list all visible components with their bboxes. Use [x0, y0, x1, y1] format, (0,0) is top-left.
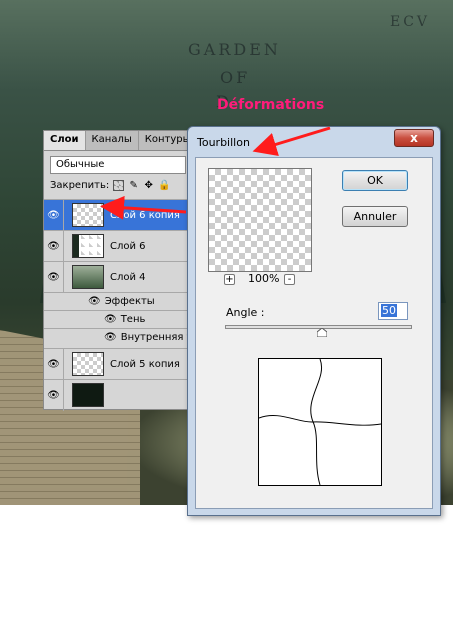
angle-value: 50 — [381, 304, 397, 317]
lock-row: Закрепить: ✎ ✥ 🔒 — [50, 180, 186, 191]
eye-icon[interactable]: 👁 — [44, 348, 64, 380]
lock-brush-icon[interactable]: ✎ — [128, 180, 139, 191]
layers-panel: Слои Каналы Контуры Обычные Закрепить: ✎… — [43, 130, 198, 411]
eye-icon[interactable]: 👁 — [44, 261, 64, 293]
effects-label: Эффекты — [104, 296, 155, 307]
layer-name: Слой 6 копия — [110, 209, 180, 221]
dialog-titlebar[interactable]: Tourbillon x — [188, 127, 440, 157]
eye-icon[interactable]: 👁 — [104, 332, 117, 343]
bg-corner-text: ECV — [390, 14, 431, 30]
layer-thumbnail — [72, 352, 104, 376]
effect-item[interactable]: 👁 Внутренняя т — [44, 328, 194, 346]
effects-row[interactable]: 👁 Эффекты — [44, 292, 194, 310]
close-button[interactable]: x — [394, 129, 434, 147]
effect-item[interactable]: 👁 Тень — [44, 310, 194, 328]
layer-name: Слой 5 копия — [110, 358, 180, 370]
layer-row[interactable]: 👁 Слой 6 — [44, 230, 194, 262]
twirl-dialog: Tourbillon x + 100% - OK Annuler Angle :… — [187, 126, 441, 516]
lock-all-icon[interactable]: 🔒 — [158, 180, 170, 191]
layer-thumbnail — [72, 234, 104, 258]
dialog-title: Tourbillon — [197, 136, 250, 149]
lock-label: Закрепить: — [50, 180, 110, 191]
preview-area[interactable] — [208, 168, 312, 272]
angle-slider-thumb[interactable] — [317, 328, 328, 337]
zoom-in-button[interactable]: + — [224, 274, 235, 285]
eye-icon[interactable]: 👁 — [88, 296, 101, 307]
annotation-text: Déformations — [217, 97, 325, 113]
blend-mode-select[interactable]: Обычные — [50, 156, 186, 174]
layer-thumbnail — [72, 265, 104, 289]
tab-layers[interactable]: Слои — [44, 131, 86, 150]
layers-panel-tabs: Слои Каналы Контуры — [44, 131, 198, 151]
zoom-out-button[interactable]: - — [284, 274, 295, 285]
lock-move-icon[interactable]: ✥ — [143, 180, 154, 191]
layer-name: Слой 6 — [110, 240, 146, 252]
angle-label: Angle : — [226, 306, 265, 319]
layer-row[interactable]: 👁 Слой 6 копия — [44, 199, 194, 231]
bg-title-line-1: GARDEN — [188, 40, 281, 59]
lock-transparency-icon[interactable] — [113, 180, 125, 191]
eye-icon[interactable]: 👁 — [44, 199, 64, 231]
zoom-value: 100% — [248, 272, 280, 285]
eye-icon[interactable]: 👁 — [44, 379, 64, 411]
effect-name: Внутренняя т — [120, 332, 193, 343]
layer-thumbnail — [72, 203, 104, 227]
eye-icon[interactable]: 👁 — [44, 230, 64, 262]
angle-input[interactable]: 50 — [378, 302, 408, 320]
eye-icon[interactable]: 👁 — [104, 314, 117, 325]
layer-row[interactable]: 👁 — [44, 379, 194, 411]
layer-row[interactable]: 👁 Слой 4 — [44, 261, 194, 293]
tab-channels[interactable]: Каналы — [86, 131, 139, 150]
layer-row[interactable]: 👁 Слой 5 копия — [44, 348, 194, 380]
dialog-body: + 100% - OK Annuler Angle : 50 — [195, 157, 433, 509]
layer-thumbnail — [72, 383, 104, 407]
layer-name: Слой 4 — [110, 271, 146, 283]
twirl-grid-preview — [258, 358, 382, 486]
effect-name: Тень — [120, 314, 146, 325]
cancel-button[interactable]: Annuler — [342, 206, 408, 227]
bg-title-line-2: OF — [220, 68, 251, 87]
ok-button[interactable]: OK — [342, 170, 408, 191]
